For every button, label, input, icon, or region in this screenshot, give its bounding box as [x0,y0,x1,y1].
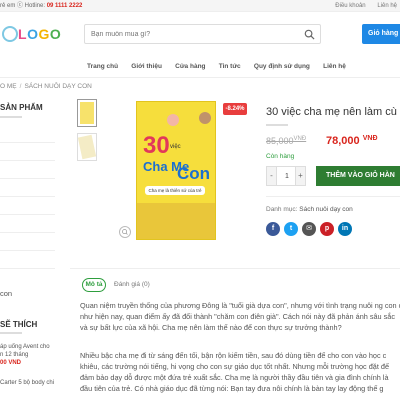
zoom-icon[interactable] [119,226,131,238]
divider [0,116,22,118]
cart-button[interactable]: Giỏ hàng / 0đ [362,24,400,44]
description-line: Nhiều bậc cha mẹ đi từ sáng đến tối, bận… [80,351,387,360]
top-link-contact[interactable]: Liên hệ [377,3,397,9]
nav-item-terms[interactable]: Quy định sử dụng [254,56,310,78]
divider [70,268,400,269]
header: LOGO Giỏ hàng / 0đ [0,14,400,56]
divider [266,196,400,197]
sidebar-row[interactable] [0,251,55,269]
search-input[interactable] [85,25,295,43]
hotline: rẻ em ⓒ Hotline: 09 1111 2222 [0,0,82,12]
search-icon[interactable] [304,29,315,40]
facebook-icon[interactable]: f [266,222,280,236]
nav-item-contact[interactable]: Liên hệ [323,56,346,78]
tab-description[interactable]: Mô tả [82,278,106,292]
nav-item-shop[interactable]: Cửa hàng [175,56,205,78]
description-line: đầu tiên của trẻ. Có nhà giáo dục đã từn… [80,384,384,393]
sidebar-product-name: Carter 5 bộ body chi [0,380,55,386]
cover-child-illustration [199,112,211,124]
description-line: và sự bất lực của xã hội. Cha mẹ nên làm… [80,323,342,332]
hotline-number[interactable]: 09 1111 2222 [47,3,83,9]
site-logo[interactable]: LOGO [0,22,61,46]
product-thumbnail[interactable] [77,133,97,161]
logo-globe-icon [2,26,18,42]
sale-price: 78,000 VNĐ [326,135,378,147]
twitter-icon[interactable]: t [284,222,298,236]
sidebar-title-related: SẼ THÍCH [0,320,38,329]
book-cover: 30 việc Cha Mẹ Con Cha mẹ là thiên sứ củ… [136,101,216,240]
old-price-value: 85,000 [266,136,294,146]
stock-status: Còn hàng [266,153,295,160]
description-line: đảm bảo dạy dỗ được một đứa trẻ xuất sắc… [80,373,389,382]
category-link[interactable]: Sách nuôi dạy con [299,206,352,213]
cover-child-illustration [167,114,179,126]
quantity-stepper: - + [266,166,306,186]
logo-letter: O [49,26,62,42]
cover-text: việc [170,144,181,150]
top-bar: rẻ em ⓒ Hotline: 09 1111 2222 Điều khoản… [0,0,400,12]
sidebar-link[interactable]: con [0,289,12,298]
sidebar-product[interactable]: Carter 5 bộ body chi [0,379,55,387]
breadcrumb: O MẸ / SÁCH NUÔI DẠY CON [0,83,92,90]
description-line: như hiện nay, quan điểm ấy đã đổi thành … [80,312,395,321]
breadcrumb-separator: / [19,83,22,90]
sale-badge: -8.24% [223,103,247,115]
sidebar-row[interactable] [0,125,55,143]
main-nav: Trang chủ Giới thiệu Cửa hàng Tin tức Qu… [0,56,400,78]
hotline-label: rẻ em ⓒ Hotline: [0,3,47,9]
divider [0,332,22,334]
old-price: 85,000VNĐ [266,136,306,146]
currency: VNĐ [293,136,307,142]
tab-reviews[interactable]: Đánh giá (0) [114,278,150,292]
top-links: Điều khoản Liên hệ [325,0,397,12]
email-icon[interactable]: ✉ [302,222,316,236]
pinterest-icon[interactable]: p [320,222,334,236]
product-thumbnail[interactable] [77,99,97,127]
sale-price-value: 78,000 [326,135,360,147]
quantity-increase-button[interactable]: + [295,167,305,185]
sidebar-category-list [0,125,55,269]
logo-letter: G [38,26,50,42]
search-box [84,24,321,44]
sidebar-row[interactable] [0,143,55,161]
cover-band [137,203,215,239]
divider [266,124,288,126]
cover-subtitle: Cha mẹ là thiên sứ của trẻ [145,186,205,195]
product-title: 30 việc cha mẹ nên làm cù [266,106,397,118]
category-label: Danh mục: [266,206,300,213]
currency: VNĐ [362,135,378,142]
cover-number: 30 [143,132,170,159]
sidebar-row[interactable] [0,197,55,215]
nav-item-about[interactable]: Giới thiệu [131,56,162,78]
share-buttons: f t ✉ p in [266,222,356,236]
sidebar-product-price: 00 VND [0,360,22,366]
sidebar-row[interactable] [0,233,55,251]
sidebar-product-name: áp uống Avent cho [0,344,50,350]
sidebar-title: SẢN PHẨM [0,103,43,112]
logo-text: LOGO [18,26,61,42]
description-line: Quan niệm truyền thống của phương Đông l… [80,301,400,310]
product-main-image[interactable]: 30 việc Cha Mẹ Con Cha mẹ là thiên sứ củ… [108,97,254,242]
nav-item-home[interactable]: Trang chủ [87,56,118,78]
quantity-input[interactable] [278,167,296,185]
top-link-terms[interactable]: Điều khoản [335,3,365,9]
sidebar-row[interactable] [0,215,55,233]
add-to-cart-button[interactable]: THÊM VÀO GIỎ HÀN [316,166,400,186]
sidebar-product[interactable]: áp uống Avent cho n 12 tháng 00 VND [0,343,55,367]
logo-letter: L [18,26,28,42]
sidebar-product-name: n 12 tháng [0,352,29,358]
product-category: Danh mục: Sách nuôi dạy con [266,206,353,213]
breadcrumb-item[interactable]: SÁCH NUÔI DẠY CON [24,83,91,90]
cover-title: Con [177,164,211,183]
sidebar-row[interactable] [0,179,55,197]
breadcrumb-item[interactable]: O MẸ [0,83,17,90]
sidebar-row[interactable] [0,161,55,179]
nav-item-news[interactable]: Tin tức [219,56,241,78]
logo-letter: O [27,26,39,42]
linkedin-icon[interactable]: in [338,222,352,236]
quantity-decrease-button[interactable]: - [267,167,277,185]
description-line: khiêu, các trường nói tiếng, hi vọng cho… [80,362,389,371]
product-thumbnails [77,99,99,167]
